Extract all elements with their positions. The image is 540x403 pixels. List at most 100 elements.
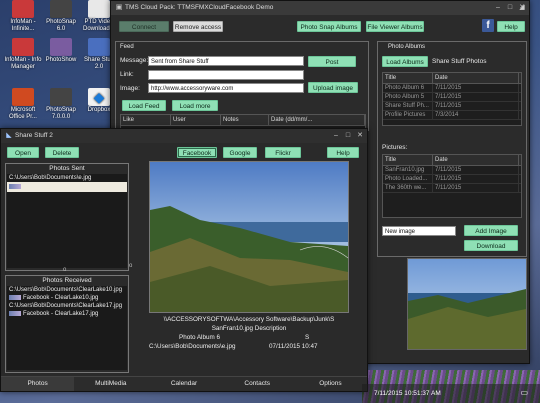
albums-row[interactable]: Share Stuff Ph... 7/11/2015 (383, 102, 521, 111)
column-title[interactable]: Title (383, 155, 433, 165)
google-button[interactable]: Google (223, 147, 257, 158)
desktop-icon-photosnap6[interactable]: PhotoSnap 6.0 (42, 0, 80, 33)
splitter-handle[interactable]: o (63, 267, 66, 273)
image-url-input[interactable]: http://www.accessoryware.com (148, 83, 304, 93)
resize-grip-icon[interactable]: ◢ (517, 3, 527, 12)
column-date[interactable]: Date (433, 155, 519, 165)
pictures-row[interactable]: The 360th we... 7/11/2015 (383, 184, 521, 193)
new-image-input[interactable]: New image (382, 226, 456, 236)
load-albums-button[interactable]: Load Albums (382, 56, 428, 67)
photo-snap-albums-button[interactable]: Photo Snap Albums (297, 21, 361, 32)
feed-group-label: Feed (120, 44, 134, 50)
load-more-button[interactable]: Load more (172, 100, 218, 111)
pictures-grid[interactable]: Title Date SanFran10.jpg 7/11/2015 Photo … (382, 154, 522, 218)
tab-multimedia[interactable]: MultiMedia (74, 377, 147, 391)
download-button[interactable]: Download (464, 240, 518, 251)
splitter-handle[interactable]: o (129, 263, 132, 269)
desktop-icon-infoman-manager[interactable]: InfoMan - Info Manager (4, 38, 42, 71)
link-label: Link: (120, 71, 134, 78)
upload-image-button[interactable]: Upload image (308, 82, 358, 93)
link-input[interactable] (148, 70, 304, 80)
desktop-icon-photosnap7[interactable]: PhotoSnap 7.0.0.0 (42, 88, 80, 121)
tab-contacts[interactable]: Contacts (221, 377, 294, 391)
minimize-icon[interactable]: – (493, 3, 503, 12)
album-title: Share Stuff Ph... (383, 102, 433, 110)
album-date: 7/11/2015 (433, 102, 519, 110)
notification-icon[interactable]: ▭ (520, 388, 528, 397)
share-stuff-window: ◣ Share Stuff 2 – □ ✕ Open Delete Facebo… (0, 128, 368, 392)
file-viewer-albums-button[interactable]: File Viewer Albums (366, 21, 424, 32)
maximize-icon[interactable]: □ (343, 131, 353, 140)
landscape-photo (408, 259, 526, 349)
pictures-row[interactable]: Photo Loaded... 7/11/2015 (383, 175, 521, 184)
post-button[interactable]: Post (308, 56, 356, 67)
desktop-icon-photoshow[interactable]: PhotoShow (42, 38, 80, 64)
image-label: Image: (120, 85, 140, 92)
help-button[interactable]: Help (327, 147, 359, 158)
list-item-label: Facebook - ClearLake10.jpg (23, 295, 99, 301)
taskbar: 7/11/2015 10:51:37 AM ▭ (362, 384, 540, 403)
pictures-grid-header: Title Date (383, 155, 521, 166)
album-date: 7/11/2015 (433, 93, 519, 101)
flickr-button[interactable]: Flickr (265, 147, 301, 158)
open-button[interactable]: Open (7, 147, 39, 158)
close-icon[interactable]: ✕ (355, 131, 365, 140)
pictures-row[interactable]: SanFran10.jpg 7/11/2015 (383, 166, 521, 175)
add-image-button[interactable]: Add Image (464, 225, 518, 236)
tab-photos[interactable]: Photos (1, 377, 75, 391)
album-title: Photo Album 6 (383, 84, 433, 92)
photos-received-panel: Photos Received C:\Users\Bob\Documents\C… (5, 275, 129, 373)
albums-grid-header: Title Date (383, 73, 521, 84)
connect-button[interactable]: Connect (119, 21, 169, 32)
photo-path: \\ACCESSORYSOFTWA\Accessory Software\Bac… (163, 316, 335, 323)
list-item[interactable]: C:\Users\Bob\Documents\e.jpg (7, 174, 127, 182)
message-input[interactable]: Sent from Share Stuff (148, 56, 304, 66)
column-notes[interactable]: Notes (221, 115, 269, 125)
photo-status-letter: S (305, 334, 310, 341)
desktop-icon-infoman-infinite[interactable]: InfoMan - Infinite... (4, 0, 42, 33)
albums-row[interactable]: Photo Album 5 7/11/2015 (383, 93, 521, 102)
list-item[interactable]: Facebook - ClearLake17.jpg (7, 310, 127, 318)
image-thumbnail-icon (9, 294, 21, 300)
photos-received-list[interactable]: C:\Users\Bob\Documents\ClearLake10.jpg F… (7, 286, 127, 370)
photo-file-path: C:\Users\Bob\Documents\e.jpg (149, 343, 236, 350)
remove-access-button[interactable]: Remove access (173, 21, 223, 32)
minimize-icon[interactable]: – (331, 131, 341, 140)
desktop-icon-label: InfoMan - Info Manager (4, 57, 42, 70)
video-icon (88, 0, 110, 18)
list-item-thumbnail[interactable] (7, 182, 127, 192)
photo-albums-group-label: Photo Albums (388, 44, 426, 50)
share-stuff-photos-label: Share Stuff Photos (432, 58, 487, 65)
albums-row[interactable]: Profile Pictures 7/3/2014 (383, 111, 521, 120)
list-item[interactable]: C:\Users\Bob\Documents\ClearLake10.jpg (7, 286, 127, 294)
list-item-label: Facebook - ClearLake17.jpg (23, 311, 99, 317)
column-like[interactable]: Like (121, 115, 171, 125)
dropbox-icon: ◆ (88, 88, 110, 106)
tab-calendar[interactable]: Calendar (147, 377, 220, 391)
column-user[interactable]: User (171, 115, 221, 125)
taskbar-clock[interactable]: 7/11/2015 10:51:37 AM (374, 390, 441, 397)
tab-options[interactable]: Options (294, 377, 367, 391)
picture-date: 7/11/2015 (433, 184, 519, 192)
window-title: TMS Cloud Pack: TTMSFMXCloudFacebook Dem… (125, 4, 274, 11)
maximize-icon[interactable]: □ (505, 3, 515, 12)
tms-titlebar: ▣ TMS Cloud Pack: TTMSFMXCloudFacebook D… (111, 1, 529, 15)
delete-button[interactable]: Delete (45, 147, 79, 158)
desktop-icon-office[interactable]: Microsoft Office Pr... (4, 88, 42, 121)
facebook-button[interactable]: Facebook (177, 147, 217, 158)
list-item[interactable]: C:\Users\Bob\Documents\ClearLake17.jpg (7, 302, 127, 310)
pictures-label: Pictures: (382, 144, 408, 151)
picture-title: Photo Loaded... (383, 175, 433, 183)
column-title[interactable]: Title (383, 73, 433, 83)
albums-row[interactable]: Photo Album 6 7/11/2015 (383, 84, 521, 93)
infoman-icon (12, 0, 34, 18)
column-date[interactable]: Date (433, 73, 519, 83)
albums-grid[interactable]: Title Date Photo Album 6 7/11/2015 Photo … (382, 72, 522, 126)
list-item[interactable]: Facebook - ClearLake10.jpg (7, 294, 127, 302)
help-button[interactable]: Help (497, 21, 525, 32)
office-icon (12, 88, 34, 106)
photos-sent-list[interactable]: C:\Users\Bob\Documents\e.jpg (7, 174, 127, 268)
load-feed-button[interactable]: Load Feed (122, 100, 166, 111)
column-date[interactable]: Date (dd/mm/... (269, 115, 365, 125)
app-icon: ▣ (115, 4, 123, 11)
